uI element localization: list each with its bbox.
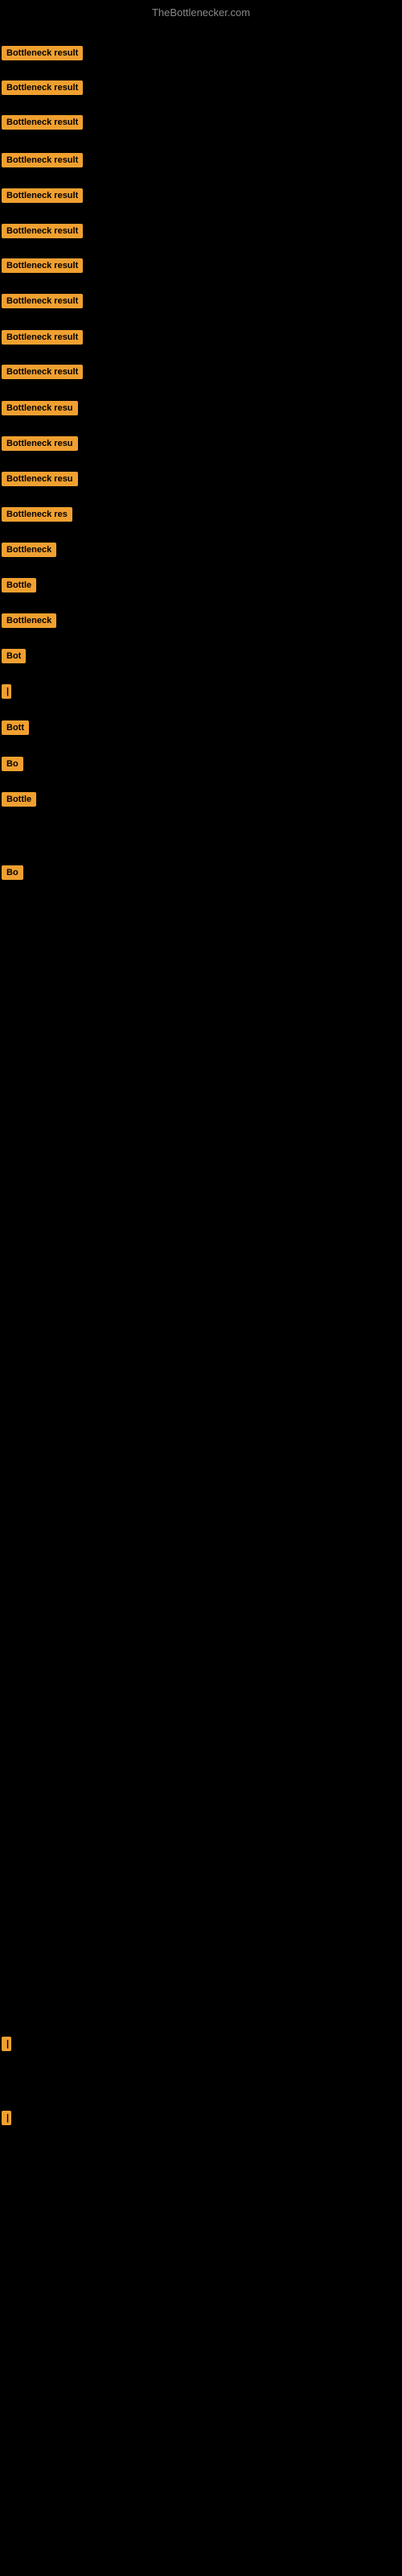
bottleneck-result-badge: Bottleneck resu: [2, 401, 78, 415]
bottleneck-badge-container: Bottleneck resu: [2, 401, 114, 419]
bottleneck-badge-container: Bottle: [2, 792, 50, 811]
bottleneck-result-badge: Bottleneck resu: [2, 472, 78, 486]
bottleneck-result-badge: Bottle: [2, 792, 36, 807]
bottleneck-badge-container: |: [2, 2037, 6, 2055]
bottleneck-result-badge: Bottleneck: [2, 613, 56, 628]
bottleneck-badge-container: Bottleneck result: [2, 294, 121, 312]
bottleneck-result-badge: Bott: [2, 720, 29, 735]
bottleneck-badge-container: Bottleneck result: [2, 80, 124, 99]
bottleneck-badge-container: Bottleneck result: [2, 188, 124, 207]
bottleneck-badge-container: |: [2, 684, 6, 703]
bottleneck-result-badge: Bottleneck resu: [2, 436, 78, 451]
bottleneck-result-badge: Bottleneck result: [2, 330, 83, 345]
bottleneck-badge-container: Bottleneck res: [2, 507, 109, 526]
bottleneck-badge-container: Bottle: [2, 578, 58, 597]
bottleneck-result-badge: Bottleneck result: [2, 294, 83, 308]
bottleneck-result-badge: Bottleneck result: [2, 188, 83, 203]
bottleneck-result-badge: Bottleneck result: [2, 46, 83, 60]
bottleneck-badge-container: Bottleneck: [2, 543, 90, 561]
bottleneck-result-badge: Bo: [2, 865, 23, 880]
bottleneck-result-badge: Bottleneck result: [2, 365, 83, 379]
bottleneck-result-badge: Bo: [2, 757, 23, 771]
bottleneck-badge-container: Bottleneck result: [2, 115, 125, 134]
bottleneck-result-badge: Bottleneck res: [2, 507, 72, 522]
bottleneck-badge-container: Bottleneck result: [2, 365, 121, 383]
bottleneck-result-badge: |: [2, 2037, 11, 2051]
bottleneck-result-badge: Bottleneck result: [2, 258, 83, 273]
bottleneck-badge-container: Bo: [2, 757, 27, 775]
bottleneck-result-badge: |: [2, 2111, 11, 2125]
bottleneck-badge-container: Bottleneck result: [2, 46, 126, 64]
bottleneck-result-badge: Bottleneck result: [2, 224, 83, 238]
bottleneck-result-badge: Bottleneck: [2, 543, 56, 557]
bottleneck-badge-container: Bottleneck resu: [2, 436, 113, 455]
bottleneck-badge-container: Bottleneck result: [2, 153, 122, 171]
bottleneck-badge-container: Bottleneck result: [2, 258, 121, 277]
bottleneck-result-badge: Bottle: [2, 578, 36, 592]
bottleneck-result-badge: Bottleneck result: [2, 115, 83, 130]
bottleneck-badge-container: Bottleneck result: [2, 224, 121, 242]
bottleneck-badge-container: Bot: [2, 649, 38, 667]
bottleneck-badge-container: Bottleneck resu: [2, 472, 111, 490]
bottleneck-badge-container: Bottleneck result: [2, 330, 121, 349]
bottleneck-badge-container: Bott: [2, 720, 38, 739]
bottleneck-result-badge: Bot: [2, 649, 26, 663]
bottleneck-result-badge: Bottleneck result: [2, 153, 83, 167]
bottleneck-badge-container: |: [2, 2111, 6, 2129]
bottleneck-badge-container: Bo: [2, 865, 27, 884]
bottleneck-badge-container: Bottleneck: [2, 613, 86, 632]
bottleneck-result-badge: |: [2, 684, 11, 699]
bottleneck-result-badge: Bottleneck result: [2, 80, 83, 95]
site-title: TheBottlenecker.com: [152, 6, 250, 19]
